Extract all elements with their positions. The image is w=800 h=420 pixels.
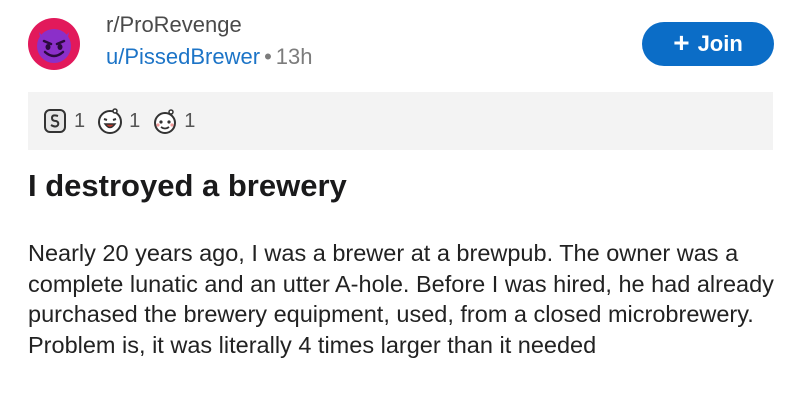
user-line: u/PissedBrewer • 13h — [106, 42, 313, 72]
plus-icon: + — [673, 27, 690, 58]
post-body: Nearly 20 years ago, I was a brewer at a… — [28, 240, 774, 358]
laughing-award-icon — [98, 108, 123, 134]
award-silver[interactable]: 1 — [40, 106, 85, 136]
silver-award-icon — [44, 109, 66, 133]
post-header: r/ProRevenge u/PissedBrewer • 13h + Join — [28, 8, 788, 78]
devil-emoji-icon — [37, 29, 71, 63]
wholesome-award-icon — [154, 109, 177, 134]
post-meta: r/ProRevenge u/PissedBrewer • 13h — [106, 10, 313, 72]
username-link[interactable]: u/PissedBrewer — [106, 44, 260, 69]
post-time: 13h — [275, 44, 313, 69]
post-title[interactable]: I destroyed a brewery — [28, 168, 347, 204]
award-count: 1 — [184, 109, 196, 132]
award-count: 1 — [129, 109, 141, 132]
subreddit-avatar[interactable] — [28, 18, 80, 70]
join-button[interactable]: + Join — [642, 22, 774, 66]
award-wholesome[interactable]: 1 — [150, 106, 195, 136]
awards-bar: 1 1 1 — [28, 92, 773, 150]
award-count: 1 — [74, 109, 86, 132]
join-label: Join — [697, 31, 743, 56]
subreddit-name[interactable]: r/ProRevenge — [106, 10, 313, 40]
separator-dot: • — [264, 44, 272, 69]
award-laughing[interactable]: 1 — [95, 106, 140, 136]
